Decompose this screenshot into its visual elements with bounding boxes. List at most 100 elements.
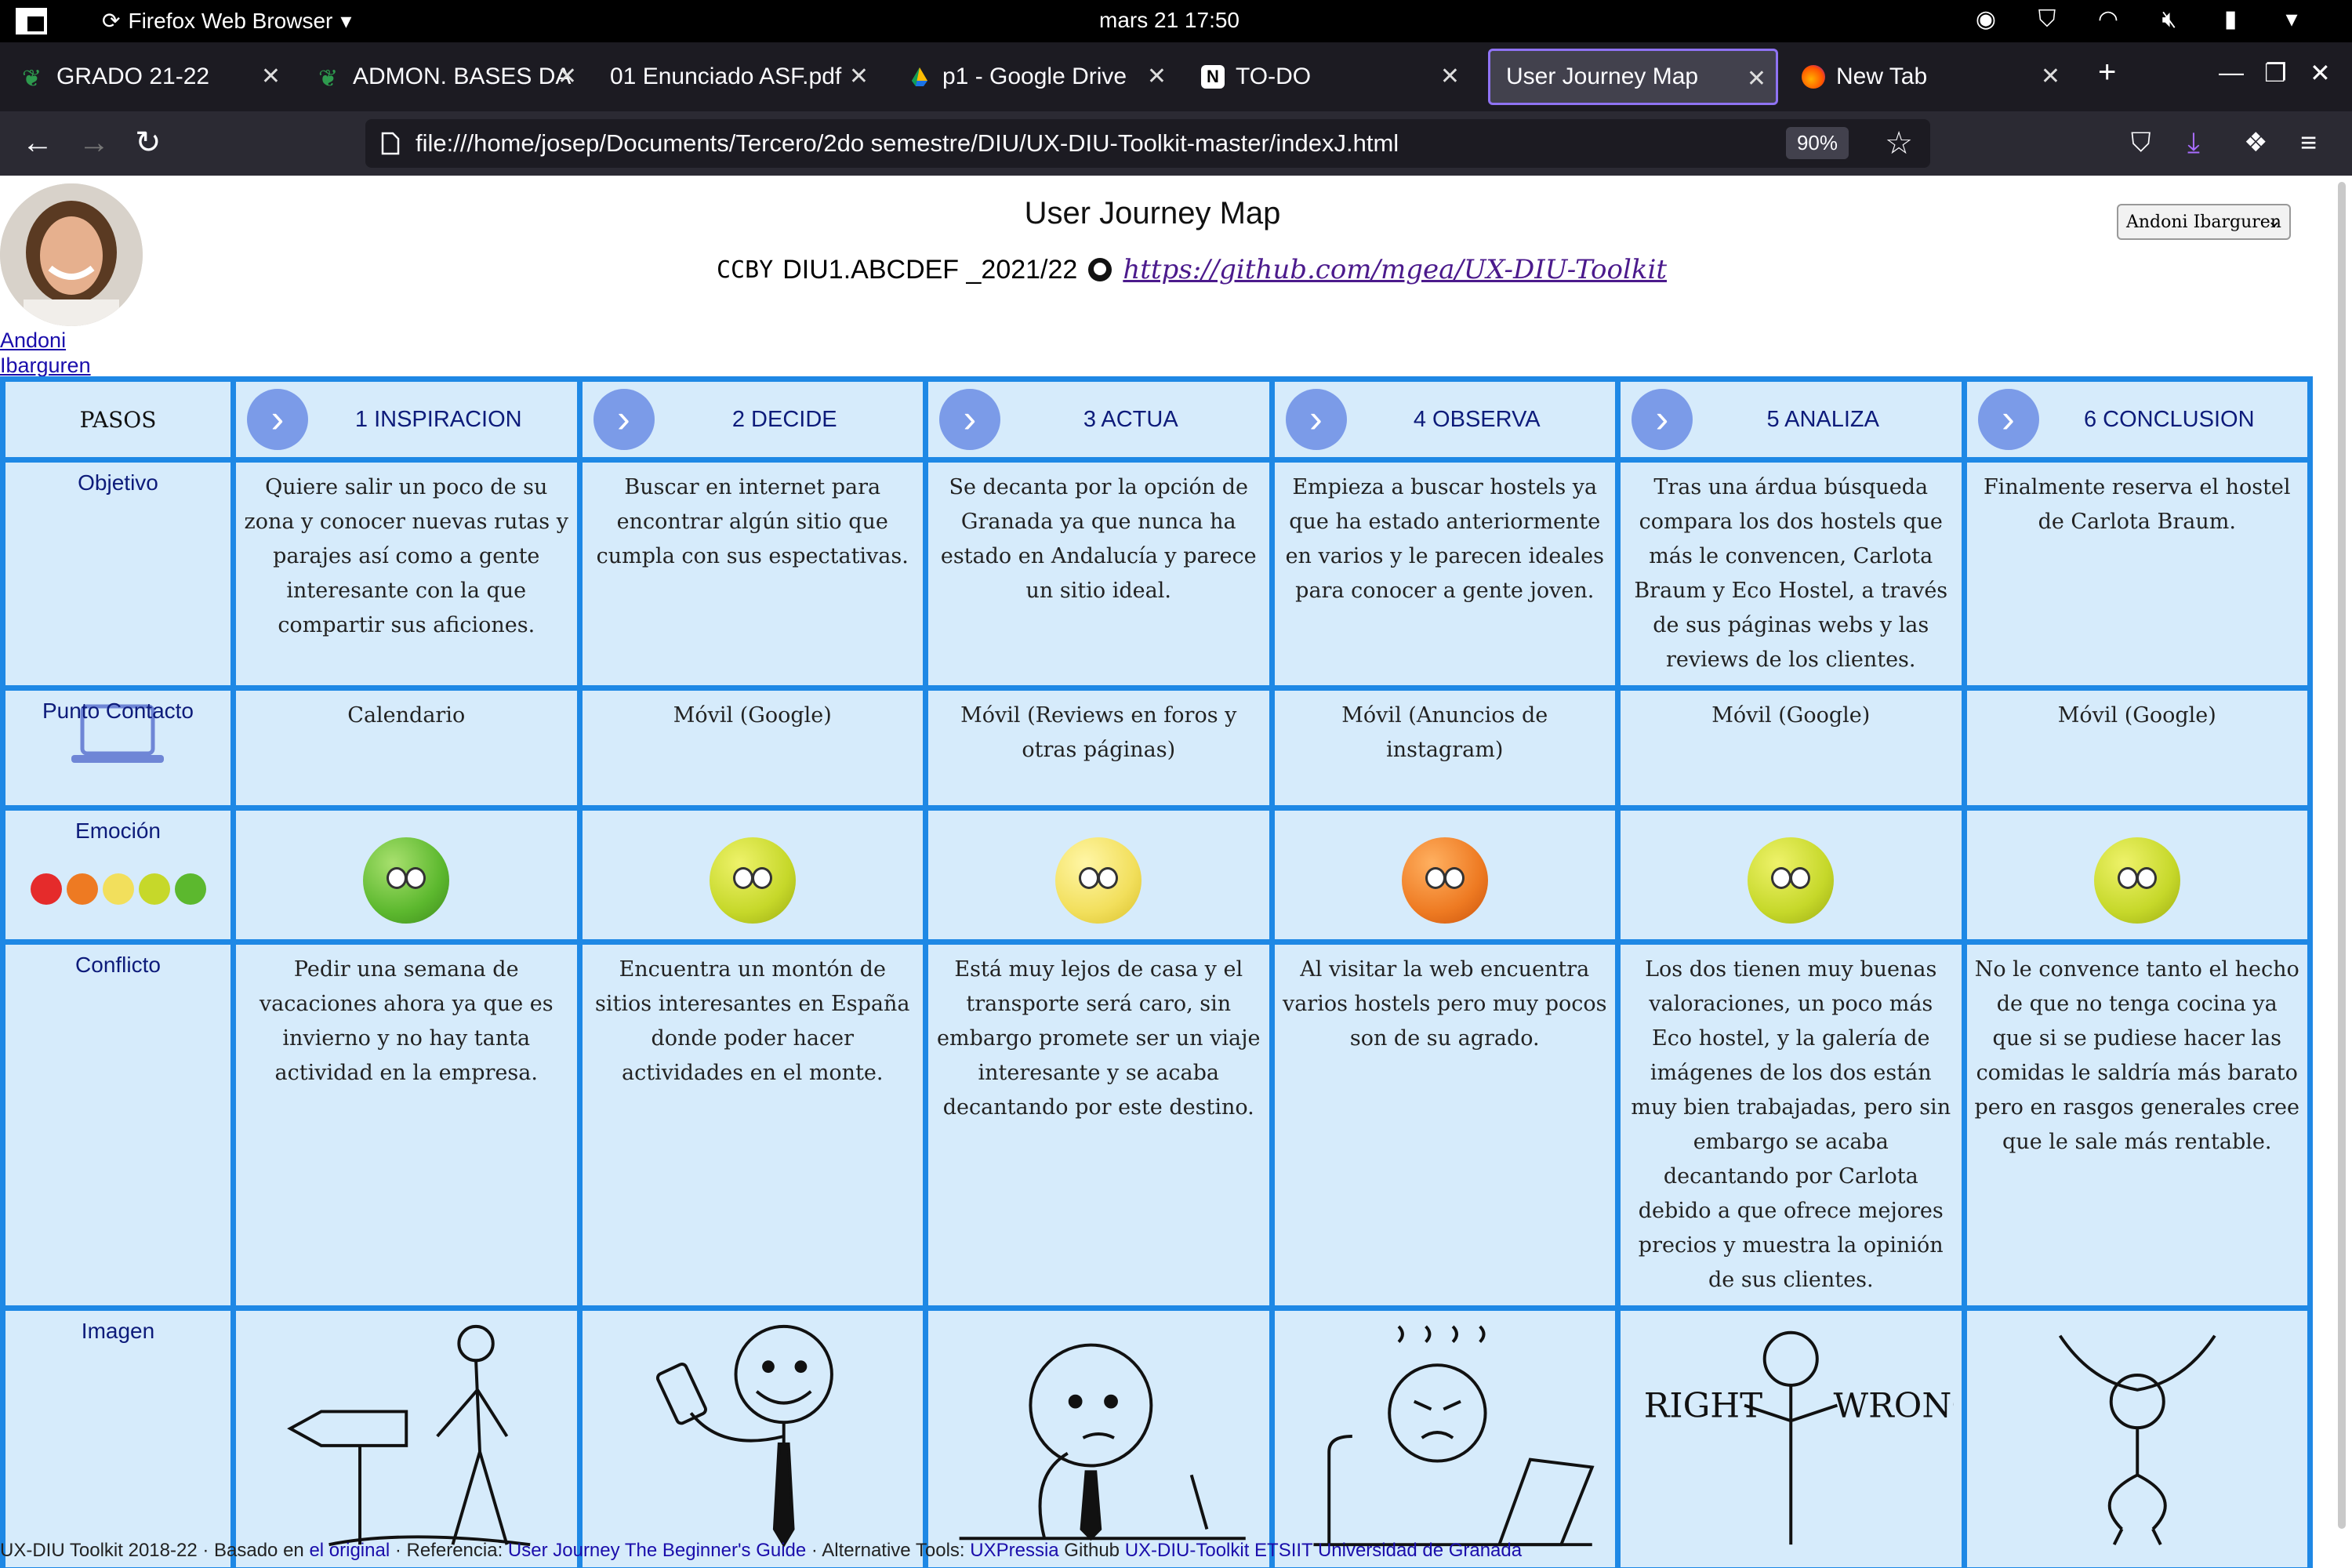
content-face-icon (138, 873, 170, 905)
row-label-objective: Objetivo (5, 463, 230, 685)
thinking-desk-sketch (959, 1343, 1246, 1541)
clock[interactable]: mars 21 17:50 (1099, 8, 1240, 33)
image-cell (236, 1311, 577, 1567)
step-header: › 5 ANALIZA (1621, 382, 1962, 457)
emotion-scale (13, 873, 223, 910)
persona-select-value: Andoni Ibarguren (2126, 212, 2281, 232)
chevron-right-icon[interactable]: › (593, 389, 655, 450)
conflict-cell: Está muy lejos de casa y el transporte s… (928, 945, 1269, 1305)
right-wrong-sketch: RIGHT WRONG (1644, 1330, 1962, 1545)
wifi-icon[interactable]: ◠ (2095, 6, 2122, 33)
downloads-icon[interactable]: ⤓ (2187, 125, 2200, 160)
happy-face-icon (174, 873, 206, 905)
close-window-icon[interactable]: ✕ (2310, 58, 2331, 88)
system-tray[interactable]: ◉ ⛉ ◠ 🔇︎ ▮ ▾ (1973, 6, 2305, 33)
back-icon[interactable]: ← (22, 125, 53, 160)
close-icon[interactable]: ✕ (1747, 65, 1766, 93)
content-face-icon (1748, 837, 1835, 924)
url-bar[interactable]: file:///home/josep/Documents/Tercero/2do… (365, 119, 1930, 168)
objective-cell: Quiere salir un poco de su zona y conoce… (236, 463, 577, 685)
chevron-right-icon[interactable]: › (247, 389, 308, 450)
github-icon (1088, 258, 1112, 281)
image-cell: RIGHT WRONG (1621, 1311, 1962, 1567)
tab-pdf[interactable]: 01 Enunciado ASF.pdf ✕ (594, 49, 878, 105)
image-cell (928, 1311, 1269, 1567)
credits-line: CCBY DIU1.ABCDEF _2021/22 https://github… (717, 254, 1667, 285)
tab-grado[interactable]: ❦ GRADO 21-22 ✕ (6, 49, 290, 105)
footer-link-reference[interactable]: User Journey The Beginner's Guide (508, 1540, 806, 1561)
reload-icon[interactable]: ↻ (135, 125, 162, 160)
shield-icon[interactable]: ⛉ (2034, 6, 2060, 33)
conflict-cell: Al visitar la web encuentra varios hoste… (1274, 945, 1615, 1305)
battery-icon[interactable]: ▮ (2217, 6, 2244, 33)
close-icon[interactable]: ✕ (2041, 63, 2060, 90)
chevron-right-icon[interactable]: › (1632, 389, 1693, 450)
footer-link-github[interactable]: UX-DIU-Toolkit ETSIIT Universidad de Gra… (1125, 1540, 1522, 1561)
chevron-right-icon[interactable]: › (1977, 389, 2039, 450)
persona-select[interactable]: Andoni Ibarguren ⌄ (2117, 204, 2291, 240)
tab-label: TO-DO (1236, 64, 1312, 89)
footer-link-original[interactable]: el original (309, 1540, 390, 1561)
page-title: User Journey Map (1024, 196, 1281, 230)
tab-user-journey-map[interactable]: User Journey Map ✕ (1488, 49, 1778, 105)
extension-icon[interactable]: ❖ (2244, 125, 2267, 160)
app-menu[interactable]: ⟳ Firefox Web Browser ▾ (102, 8, 351, 34)
conflict-cell: Los dos tienen muy buenas valoraciones, … (1621, 945, 1962, 1305)
emotion-cell (582, 811, 923, 939)
discord-icon[interactable]: ◉ (1973, 6, 1999, 33)
chevron-right-icon[interactable]: › (939, 389, 1000, 450)
chevron-right-icon[interactable]: › (1285, 389, 1347, 450)
new-tab-icon[interactable]: + (2098, 55, 2116, 90)
tab-label: ADMON. BASES DA (353, 64, 572, 89)
row-label-emotion: Emoción (5, 811, 230, 939)
footer-link-uxpressia[interactable]: UXPressia (970, 1540, 1058, 1561)
image-cell (1966, 1311, 2307, 1567)
restore-icon[interactable]: ❐ (2264, 58, 2287, 88)
forward-icon[interactable]: → (78, 125, 110, 160)
touchpoint-cell: Móvil (Reviews en foros y otras páginas) (928, 691, 1269, 805)
menu-icon[interactable]: ≡ (2300, 125, 2317, 160)
close-icon[interactable]: ✕ (849, 63, 869, 90)
step-header: › 1 INSPIRACION (236, 382, 577, 457)
conflict-cell: Encuentra un montón de sitios interesant… (582, 945, 923, 1305)
journey-map-table: PASOS › 1 INSPIRACION › 2 DECIDE › 3 ACTUA … (0, 376, 2313, 1568)
page-footer: UX-DIU Toolkit 2018-22 · Basado en el or… (0, 1540, 1523, 1561)
close-icon[interactable]: ✕ (1147, 63, 1167, 90)
bookmark-star-icon[interactable]: ☆ (1885, 125, 1913, 162)
close-icon[interactable]: ✕ (557, 63, 577, 90)
tab-admon[interactable]: ❦ ADMON. BASES DA ✕ (303, 49, 586, 105)
url-text[interactable]: file:///home/josep/Documents/Tercero/2do… (416, 129, 1399, 158)
vertical-scrollbar[interactable] (2338, 182, 2346, 1529)
repo-link[interactable]: https://github.com/mgea/UX-DIU-Toolkit (1123, 254, 1667, 285)
chevron-down-icon[interactable]: ▾ (2278, 6, 2305, 33)
drive-icon (912, 67, 927, 86)
tab-todo[interactable]: N TO-DO ✕ (1185, 49, 1469, 105)
activities-icon[interactable] (16, 8, 47, 34)
touchpoint-row: Punto Contacto Calendario Móvil (Google)… (5, 691, 2307, 805)
volume-muted-icon[interactable]: 🔇︎ (2156, 6, 2183, 33)
zoom-badge[interactable]: 90% (1785, 127, 1849, 159)
app-name: Firefox Web Browser (128, 8, 333, 33)
tab-label: User Journey Map (1506, 64, 1699, 89)
tab-label: New Tab (1836, 64, 1928, 89)
angry-face-icon (66, 873, 98, 905)
minimize-icon[interactable]: — (2219, 58, 2244, 87)
tab-strip: ❦ GRADO 21-22 ✕ ❦ ADMON. BASES DA ✕ 01 E… (0, 42, 2352, 111)
chevron-down-icon: ⌄ (2267, 212, 2281, 231)
tab-label: GRADO 21-22 (56, 64, 210, 89)
row-label-conflict: Conflicto (5, 945, 230, 1305)
close-icon[interactable]: ✕ (1440, 63, 1460, 90)
emotion-cell (236, 811, 577, 939)
touchpoint-cell: Móvil (Google) (1621, 691, 1962, 805)
svg-text:RIGHT: RIGHT (1644, 1386, 1762, 1425)
tab-new[interactable]: New Tab ✕ (1786, 49, 2070, 105)
svg-text:WRONG: WRONG (1834, 1386, 1954, 1425)
persona-name-link[interactable]: Andoni Ibarguren (0, 328, 125, 378)
tab-label: p1 - Google Drive (942, 64, 1127, 89)
content-face-icon (2093, 837, 2180, 924)
pocket-icon[interactable]: ⛉ (2131, 125, 2151, 160)
tab-drive[interactable]: p1 - Google Drive ✕ (892, 49, 1176, 105)
conflict-cell: Pedir una semana de vacaciones ahora ya … (236, 945, 577, 1305)
system-top-bar: ⟳ Firefox Web Browser ▾ mars 21 17:50 ◉ … (0, 0, 2352, 42)
close-icon[interactable]: ✕ (261, 63, 281, 90)
